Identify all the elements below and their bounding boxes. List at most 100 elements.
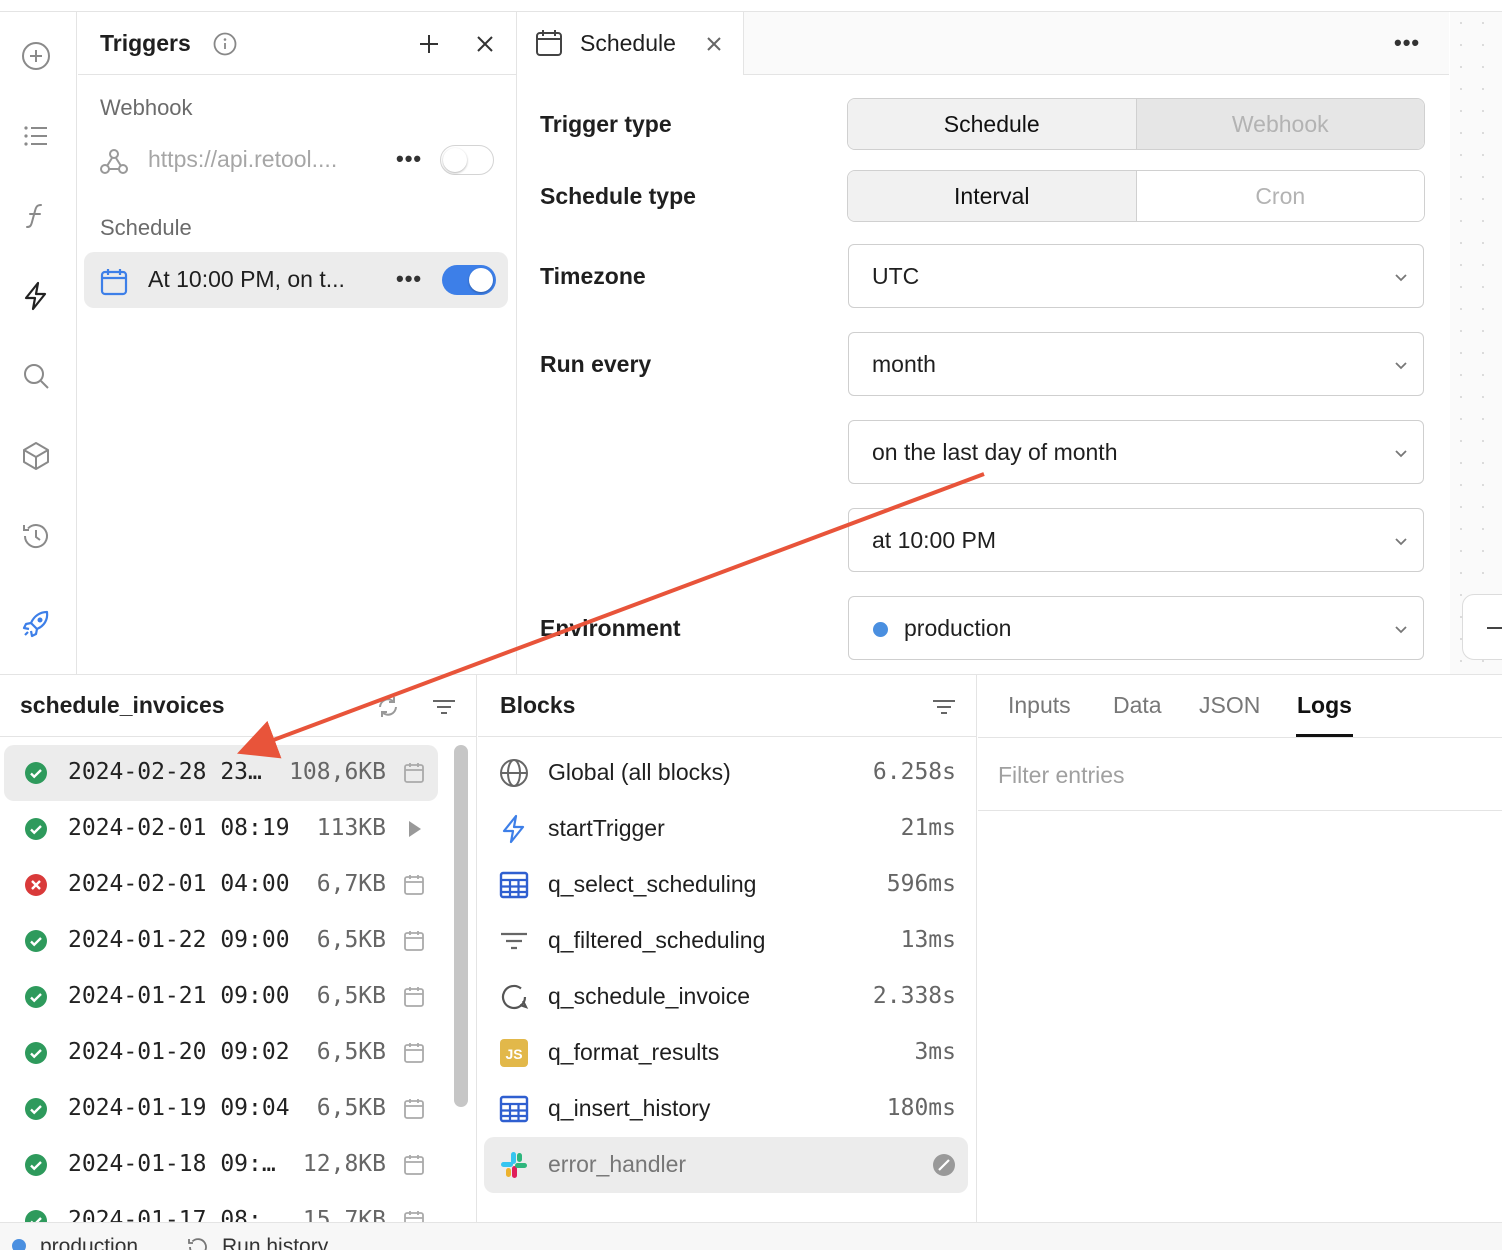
tab-schedule[interactable]: Schedule [518, 12, 744, 75]
run-row[interactable]: 2024-01-17 08:… 15,7KB [4, 1193, 438, 1222]
run-size: 6,5KB [316, 927, 386, 953]
run-size: 6,5KB [316, 1039, 386, 1065]
time-select[interactable]: at 10:00 PM [848, 508, 1424, 572]
editor-more-button[interactable]: ••• [1394, 30, 1420, 56]
left-rail [0, 12, 77, 674]
run-row[interactable]: 2024-02-01 04:00 6,7KB [4, 857, 438, 913]
history-icon[interactable] [18, 518, 54, 554]
run-size: 108,6KB [289, 759, 386, 785]
block-row[interactable]: q_filtered_scheduling 13ms [484, 913, 968, 969]
calendar-icon[interactable] [402, 761, 426, 785]
lightning-icon[interactable] [18, 278, 54, 314]
schedule-type-cron-option[interactable]: Cron [1136, 171, 1424, 221]
block-row[interactable]: startTrigger 21ms [484, 801, 968, 857]
day-select[interactable]: on the last day of month [848, 420, 1424, 484]
run-row[interactable]: 2024-02-28 23… 108,6KB [4, 745, 438, 801]
run-every-select[interactable]: month [848, 332, 1424, 396]
timezone-select[interactable]: UTC [848, 244, 1424, 308]
calendar-icon[interactable] [402, 1097, 426, 1121]
environment-select[interactable]: production [848, 596, 1424, 660]
chevron-down-icon [1393, 445, 1409, 461]
run-row[interactable]: 2024-01-20 09:02 6,5KB [4, 1025, 438, 1081]
search-icon[interactable] [18, 358, 54, 394]
webhook-more-button[interactable]: ••• [396, 146, 422, 172]
block-name: q_schedule_invoice [548, 983, 751, 1009]
function-icon[interactable] [18, 198, 54, 234]
success-status-icon [24, 1097, 48, 1121]
status-environment[interactable]: production [40, 1235, 138, 1250]
runs-scrollbar[interactable] [454, 745, 468, 1107]
block-row[interactable]: error_handler [484, 1137, 968, 1193]
triggers-panel: Triggers Webhook https://api.retool.... … [78, 12, 517, 674]
calendar-icon[interactable] [402, 1209, 426, 1222]
block-time: 3ms [914, 1039, 956, 1065]
webhook-toggle[interactable] [440, 145, 494, 175]
webhook-icon [98, 146, 128, 176]
block-row[interactable]: q_insert_history 180ms [484, 1081, 968, 1137]
history-icon [186, 1235, 210, 1250]
run-size: 113KB [316, 815, 386, 841]
success-status-icon [24, 1209, 48, 1222]
add-circle-icon[interactable] [18, 38, 54, 74]
disabled-icon [932, 1153, 956, 1177]
block-row[interactable]: Global (all blocks) 6.258s [484, 745, 968, 801]
close-tab-icon[interactable] [704, 34, 724, 54]
status-bar: production Run history [0, 1222, 1502, 1250]
run-row[interactable]: 2024-01-21 09:00 6,5KB [4, 969, 438, 1025]
schedule-more-button[interactable]: ••• [396, 266, 422, 292]
calendar-icon [534, 28, 564, 58]
rocket-icon[interactable] [18, 606, 54, 642]
webhook-trigger-item[interactable]: https://api.retool.... ••• [84, 132, 508, 188]
run-datetime: 2024-01-20 09:02 [68, 1039, 290, 1065]
filter-icon[interactable] [930, 693, 958, 721]
runs-title: schedule_invoices [20, 692, 225, 718]
calendar-icon[interactable] [402, 985, 426, 1009]
timezone-value: UTC [872, 263, 920, 289]
status-run-history[interactable]: Run history [222, 1235, 328, 1250]
run-row[interactable]: 2024-01-19 09:04 6,5KB [4, 1081, 438, 1137]
tab-logs[interactable]: Logs [1297, 692, 1352, 719]
close-panel-button[interactable] [472, 31, 498, 57]
trigger-type-webhook-option[interactable]: Webhook [1136, 99, 1424, 149]
calendar-icon[interactable] [402, 1153, 426, 1177]
schedule-toggle[interactable] [442, 265, 496, 295]
block-name: q_format_results [548, 1039, 720, 1065]
trigger-type-schedule-option[interactable]: Schedule [848, 99, 1137, 149]
schedule-trigger-item[interactable]: At 10:00 PM, on t... ••• [84, 252, 508, 308]
chevron-down-icon [1393, 533, 1409, 549]
day-value: on the last day of month [872, 439, 1118, 465]
info-icon[interactable] [212, 31, 238, 57]
add-trigger-button[interactable] [416, 31, 442, 57]
calendar-icon[interactable] [402, 929, 426, 953]
cube-icon[interactable] [18, 438, 54, 474]
tab-data[interactable]: Data [1113, 692, 1162, 719]
filter-entries-input[interactable] [998, 758, 1478, 792]
schedule-editor: Schedule ••• Trigger type Schedule Webho… [518, 12, 1449, 674]
schedule-item-label: At 10:00 PM, on t... [148, 266, 345, 292]
block-name: Global (all blocks) [548, 759, 731, 785]
run-size: 15,7KB [302, 1207, 386, 1222]
run-row[interactable]: 2024-02-01 08:19 113KB [4, 801, 438, 857]
play-icon[interactable] [402, 817, 426, 841]
triggers-title: Triggers [100, 30, 191, 56]
zoom-out-button[interactable] [1462, 594, 1502, 660]
error-status-icon [24, 873, 48, 897]
run-row[interactable]: 2024-01-22 09:00 6,5KB [4, 913, 438, 969]
run-datetime: 2024-02-01 08:19 [68, 815, 290, 841]
success-status-icon [24, 817, 48, 841]
trigger-type-label: Trigger type [540, 111, 672, 137]
block-row[interactable]: JS q_format_results 3ms [484, 1025, 968, 1081]
refresh-icon[interactable] [374, 693, 402, 721]
list-icon[interactable] [18, 118, 54, 154]
block-row[interactable]: q_select_scheduling 596ms [484, 857, 968, 913]
tab-inputs[interactable]: Inputs [1008, 692, 1071, 719]
schedule-type-interval-option[interactable]: Interval [848, 171, 1137, 221]
top-border [0, 0, 1502, 12]
run-row[interactable]: 2024-01-18 09:… 12,8KB [4, 1137, 438, 1193]
tab-json[interactable]: JSON [1199, 692, 1260, 719]
calendar-icon[interactable] [402, 1041, 426, 1065]
calendar-icon[interactable] [402, 873, 426, 897]
filter-icon[interactable] [430, 693, 458, 721]
block-row[interactable]: q_schedule_invoice 2.338s [484, 969, 968, 1025]
workflow-canvas[interactable] [1450, 12, 1502, 674]
